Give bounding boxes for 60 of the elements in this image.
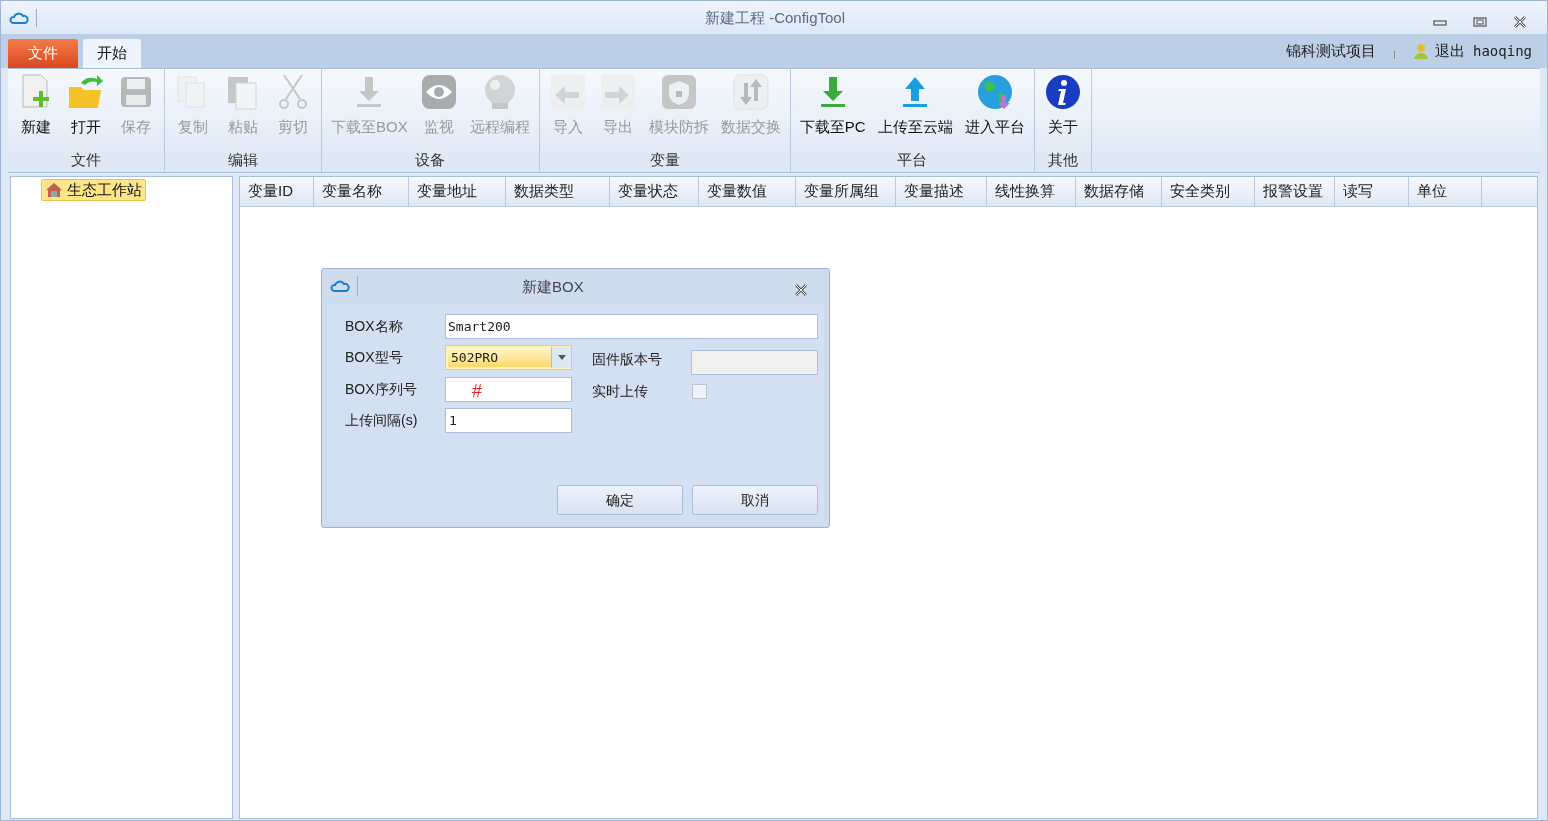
field-label: 固件版本号 [592, 350, 662, 369]
house-icon [45, 182, 63, 198]
restore-icon [1473, 16, 1487, 27]
shield-icon [659, 73, 698, 111]
close-icon [794, 284, 808, 296]
column-header[interactable]: 变量名称 [314, 177, 409, 206]
ribbon-button[interactable]: 下载至PC [795, 73, 870, 141]
field-label: 实时上传 [592, 382, 648, 401]
logout-link[interactable]: 退出 [1435, 39, 1465, 63]
column-header[interactable]: 数据存储 [1076, 177, 1162, 206]
dropdown[interactable]: 502PRO [445, 345, 572, 370]
ribbon-button[interactable]: 打开 [63, 73, 109, 141]
input-field[interactable]: Smart200 [445, 314, 818, 339]
ribbon-button[interactable]: 上传至云端 [873, 73, 957, 141]
input-field[interactable]: 1 [445, 408, 572, 433]
group-label: 平台 [897, 150, 928, 170]
input-field[interactable] [691, 350, 818, 375]
group-label: 编辑 [228, 150, 258, 170]
ribbon-tab[interactable]: 开始 [83, 39, 141, 68]
project-name: 锦科测试项目 [1286, 40, 1376, 61]
column-header[interactable]: 变量地址 [409, 177, 506, 206]
group-label: 设备 [415, 150, 446, 170]
window-title: 新建工程 -ConfigTool [703, 8, 846, 28]
info-icon [1043, 73, 1082, 111]
column-header[interactable]: 线性换算 [987, 177, 1076, 206]
ribbon-button[interactable]: 新建 [13, 73, 59, 141]
checkbox[interactable] [692, 384, 707, 399]
field-label: 上传间隔(s) [345, 411, 418, 430]
column-header[interactable]: 报警设置 [1255, 177, 1335, 206]
dialog-button[interactable]: 确定 [557, 485, 683, 515]
column-header[interactable]: 变量所属组 [796, 177, 896, 206]
ribbon-button[interactable]: 关于 [1039, 73, 1086, 141]
group-label: 文件 [71, 150, 101, 170]
column-header[interactable]: 变量描述 [896, 177, 987, 206]
user-name: haoqing [1473, 41, 1532, 61]
open-folder-icon [67, 73, 105, 111]
tree-item[interactable]: 生态工作站 [41, 179, 146, 201]
ribbon-button[interactable]: 进入平台 [960, 73, 1029, 141]
field-label: BOX序列号 [345, 380, 417, 399]
field-label: BOX名称 [345, 317, 403, 336]
dialog-title: 新建BOX [522, 277, 584, 297]
column-header[interactable]: 单位 [1409, 177, 1482, 206]
column-header[interactable]: 读写 [1335, 177, 1409, 206]
eye-icon [419, 73, 458, 111]
column-header[interactable]: 变量状态 [610, 177, 699, 206]
caret-icon [557, 355, 566, 360]
close-icon [1513, 15, 1527, 28]
column-header[interactable]: 数据类型 [506, 177, 610, 206]
input-field[interactable]: # [445, 377, 572, 402]
cloud-icon [330, 278, 350, 294]
swap-arrows-icon [731, 73, 770, 111]
dialog-button[interactable]: 取消 [692, 485, 818, 515]
column-header[interactable]: 变量数值 [699, 177, 796, 206]
user-icon [1413, 43, 1429, 59]
field-label: BOX型号 [345, 348, 403, 367]
group-label: 变量 [649, 150, 680, 170]
column-header[interactable]: 变量ID [240, 177, 314, 206]
error-mark: # [472, 380, 482, 403]
column-header[interactable]: 安全类别 [1162, 177, 1255, 206]
group-label: 其他 [1047, 150, 1078, 170]
